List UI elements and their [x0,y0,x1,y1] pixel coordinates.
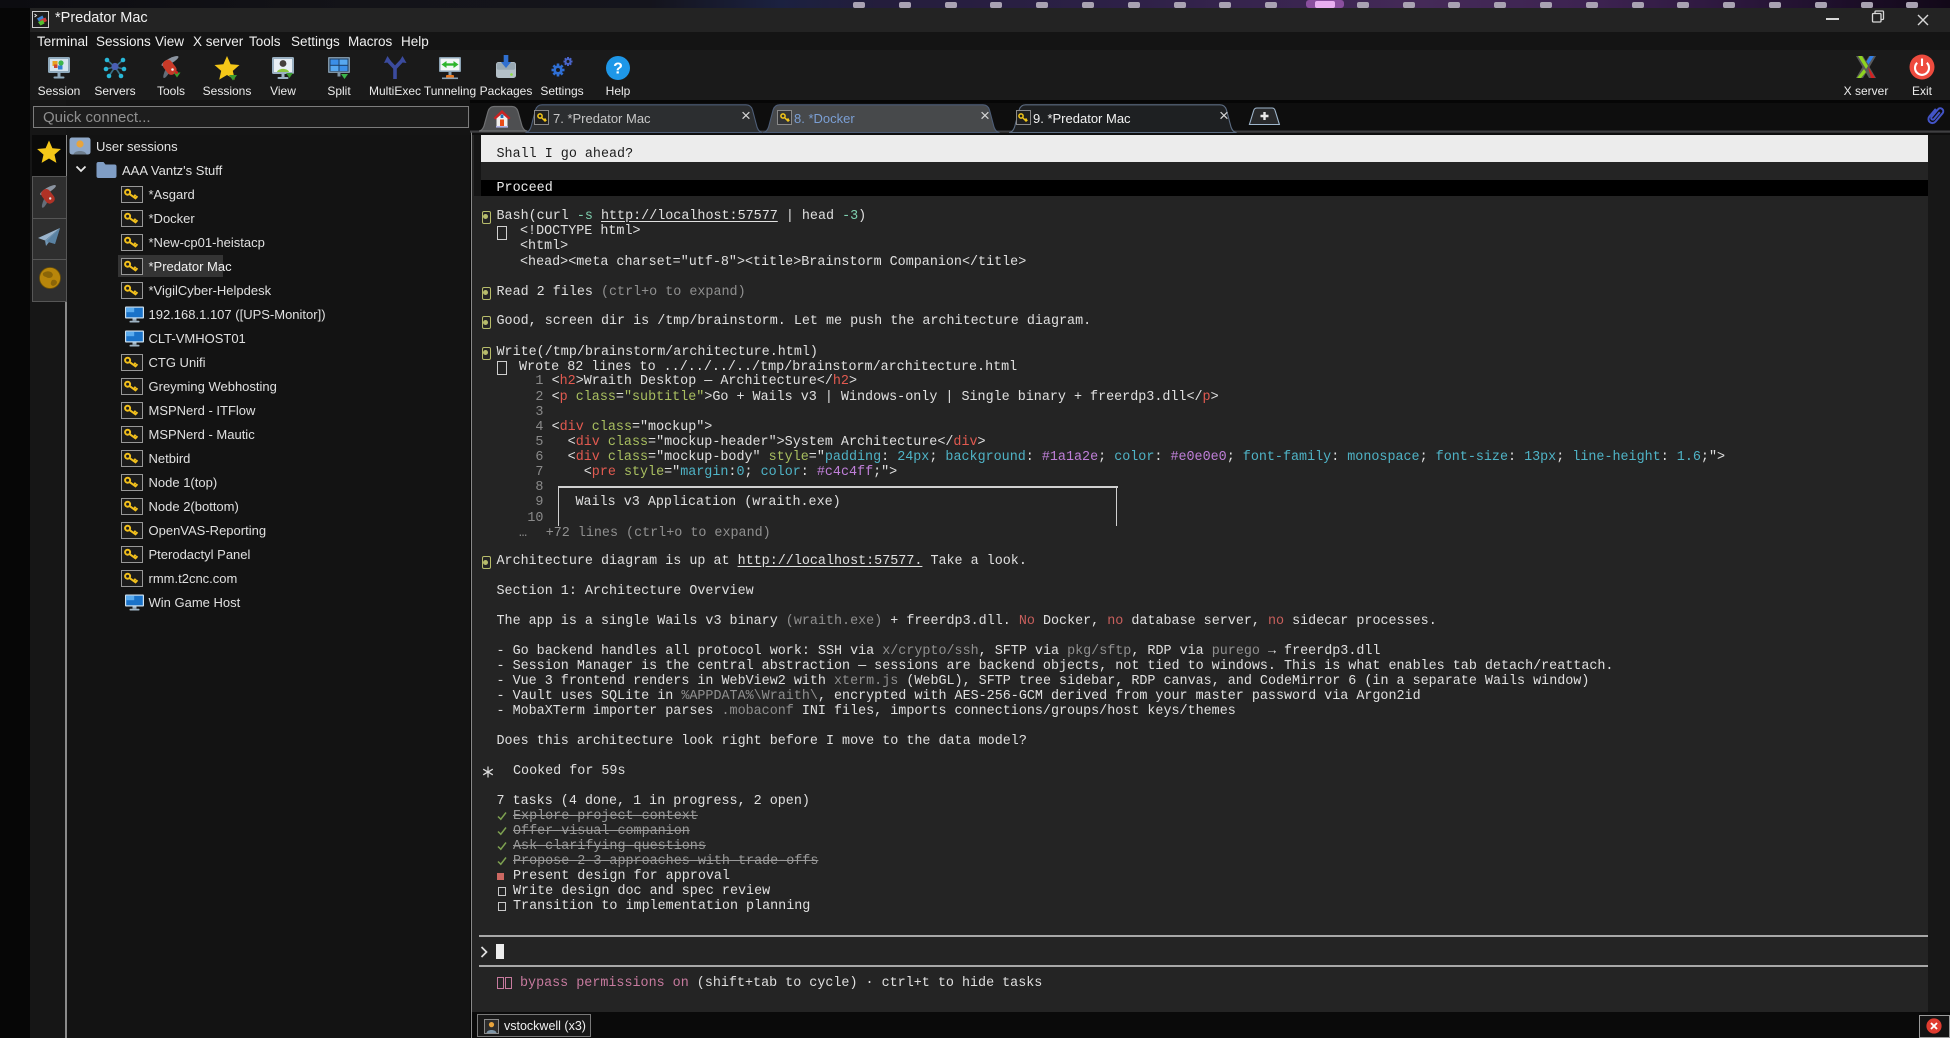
svg-text:?: ? [613,61,623,78]
